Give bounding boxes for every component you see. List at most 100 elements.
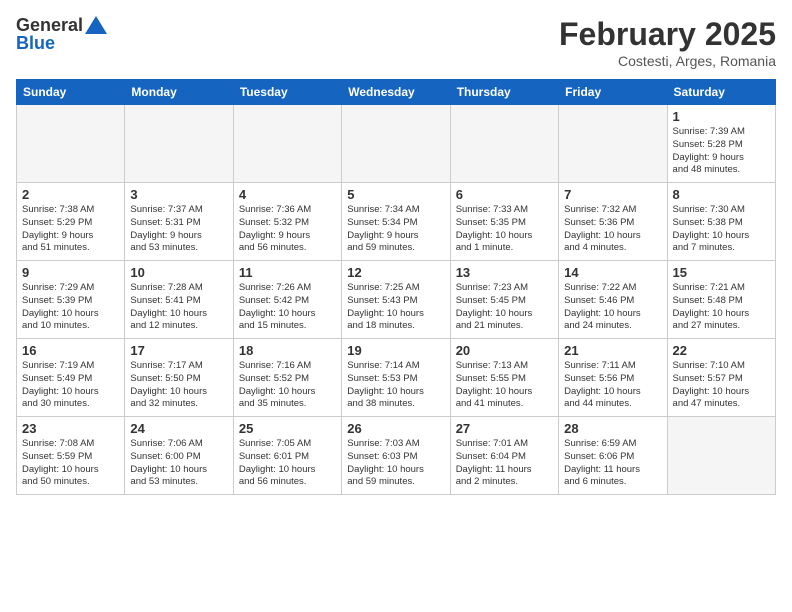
calendar-cell: 23 Sunrise: 7:08 AM Sunset: 5:59 PM Dayli… [17, 417, 125, 495]
day-number: 21 [564, 343, 661, 358]
day-number: 3 [130, 187, 227, 202]
calendar-table: SundayMondayTuesdayWednesdayThursdayFrid… [16, 79, 776, 495]
day-info: Sunrise: 7:10 AM Sunset: 5:57 PM Dayligh… [673, 360, 770, 411]
calendar-cell [342, 105, 450, 183]
logo-blue-text: Blue [16, 34, 55, 54]
calendar-cell [125, 105, 233, 183]
logo: General Blue [16, 16, 107, 54]
month-year-title: February 2025 [559, 16, 776, 53]
day-number: 27 [456, 421, 553, 436]
calendar-cell: 15Sunrise: 7:21 AM Sunset: 5:48 PM Dayli… [667, 261, 775, 339]
calendar-cell: 19Sunrise: 7:14 AM Sunset: 5:53 PM Dayli… [342, 339, 450, 417]
day-info: Sunrise: 7:28 AM Sunset: 5:41 PM Dayligh… [130, 282, 227, 333]
day-number: 16 [22, 343, 119, 358]
day-info: Sunrise: 7:34 AM Sunset: 5:34 PM Dayligh… [347, 204, 444, 255]
calendar-cell: 16 Sunrise: 7:19 AM Sunset: 5:49 PM Dayli… [17, 339, 125, 417]
week-row-4: 16 Sunrise: 7:19 AM Sunset: 5:49 PM Dayli… [17, 339, 776, 417]
calendar-cell: 8Sunrise: 7:30 AM Sunset: 5:38 PM Daylig… [667, 183, 775, 261]
weekday-header-sunday: Sunday [17, 80, 125, 105]
day-number: 10 [130, 265, 227, 280]
week-row-1: 1 Sunrise: 7:39 AM Sunset: 5:28 PM Daylig… [17, 105, 776, 183]
day-number: 14 [564, 265, 661, 280]
calendar-cell: 2 Sunrise: 7:38 AM Sunset: 5:29 PM Daylig… [17, 183, 125, 261]
week-row-3: 9 Sunrise: 7:29 AM Sunset: 5:39 PM Daylig… [17, 261, 776, 339]
calendar-cell [233, 105, 341, 183]
day-number: 13 [456, 265, 553, 280]
weekday-header-thursday: Thursday [450, 80, 558, 105]
day-info: Sunrise: 7:03 AM Sunset: 6:03 PM Dayligh… [347, 438, 444, 489]
day-info: Sunrise: 7:33 AM Sunset: 5:35 PM Dayligh… [456, 204, 553, 255]
day-number: 1 [673, 109, 770, 124]
day-number: 2 [22, 187, 119, 202]
day-info: Sunrise: 7:08 AM Sunset: 5:59 PM Dayligh… [22, 438, 119, 489]
calendar-cell: 12 Sunrise: 7:25 AM Sunset: 5:43 PM Dayli… [342, 261, 450, 339]
weekday-header-saturday: Saturday [667, 80, 775, 105]
day-info: Sunrise: 7:39 AM Sunset: 5:28 PM Dayligh… [673, 126, 770, 177]
calendar-cell: 11 Sunrise: 7:26 AM Sunset: 5:42 PM Dayli… [233, 261, 341, 339]
calendar-cell: 22 Sunrise: 7:10 AM Sunset: 5:57 PM Dayli… [667, 339, 775, 417]
calendar-cell: 28 Sunrise: 6:59 AM Sunset: 6:06 PM Dayli… [559, 417, 667, 495]
day-info: Sunrise: 7:22 AM Sunset: 5:46 PM Dayligh… [564, 282, 661, 333]
day-info: Sunrise: 7:05 AM Sunset: 6:01 PM Dayligh… [239, 438, 336, 489]
day-number: 26 [347, 421, 444, 436]
day-number: 20 [456, 343, 553, 358]
calendar-cell: 7 Sunrise: 7:32 AM Sunset: 5:36 PM Daylig… [559, 183, 667, 261]
calendar-cell: 9 Sunrise: 7:29 AM Sunset: 5:39 PM Daylig… [17, 261, 125, 339]
week-row-2: 2 Sunrise: 7:38 AM Sunset: 5:29 PM Daylig… [17, 183, 776, 261]
day-info: Sunrise: 7:16 AM Sunset: 5:52 PM Dayligh… [239, 360, 336, 411]
calendar-cell: 17 Sunrise: 7:17 AM Sunset: 5:50 PM Dayli… [125, 339, 233, 417]
calendar-cell: 1 Sunrise: 7:39 AM Sunset: 5:28 PM Daylig… [667, 105, 775, 183]
day-info: Sunrise: 7:23 AM Sunset: 5:45 PM Dayligh… [456, 282, 553, 333]
weekday-header-friday: Friday [559, 80, 667, 105]
calendar-cell: 25 Sunrise: 7:05 AM Sunset: 6:01 PM Dayli… [233, 417, 341, 495]
calendar-cell: 4 Sunrise: 7:36 AM Sunset: 5:32 PM Daylig… [233, 183, 341, 261]
day-info: Sunrise: 7:36 AM Sunset: 5:32 PM Dayligh… [239, 204, 336, 255]
day-info: Sunrise: 7:19 AM Sunset: 5:49 PM Dayligh… [22, 360, 119, 411]
calendar-cell: 5 Sunrise: 7:34 AM Sunset: 5:34 PM Daylig… [342, 183, 450, 261]
title-block: February 2025 Costesti, Arges, Romania [559, 16, 776, 69]
location-subtitle: Costesti, Arges, Romania [559, 53, 776, 69]
calendar-cell [17, 105, 125, 183]
day-number: 17 [130, 343, 227, 358]
weekday-header-tuesday: Tuesday [233, 80, 341, 105]
calendar-cell: 24Sunrise: 7:06 AM Sunset: 6:00 PM Dayli… [125, 417, 233, 495]
day-number: 25 [239, 421, 336, 436]
day-info: Sunrise: 7:06 AM Sunset: 6:00 PM Dayligh… [130, 438, 227, 489]
calendar-cell [559, 105, 667, 183]
day-info: Sunrise: 7:01 AM Sunset: 6:04 PM Dayligh… [456, 438, 553, 489]
day-info: Sunrise: 7:17 AM Sunset: 5:50 PM Dayligh… [130, 360, 227, 411]
day-info: Sunrise: 7:26 AM Sunset: 5:42 PM Dayligh… [239, 282, 336, 333]
day-info: Sunrise: 7:25 AM Sunset: 5:43 PM Dayligh… [347, 282, 444, 333]
day-number: 7 [564, 187, 661, 202]
day-number: 6 [456, 187, 553, 202]
day-info: Sunrise: 7:32 AM Sunset: 5:36 PM Dayligh… [564, 204, 661, 255]
weekday-header-row: SundayMondayTuesdayWednesdayThursdayFrid… [17, 80, 776, 105]
calendar-cell: 21Sunrise: 7:11 AM Sunset: 5:56 PM Dayli… [559, 339, 667, 417]
calendar-cell: 14 Sunrise: 7:22 AM Sunset: 5:46 PM Dayli… [559, 261, 667, 339]
day-number: 23 [22, 421, 119, 436]
day-number: 8 [673, 187, 770, 202]
day-number: 12 [347, 265, 444, 280]
day-number: 11 [239, 265, 336, 280]
calendar-cell: 27 Sunrise: 7:01 AM Sunset: 6:04 PM Dayli… [450, 417, 558, 495]
page-header: General Blue February 2025 Costesti, Arg… [16, 16, 776, 69]
week-row-5: 23 Sunrise: 7:08 AM Sunset: 5:59 PM Dayli… [17, 417, 776, 495]
day-info: Sunrise: 7:13 AM Sunset: 5:55 PM Dayligh… [456, 360, 553, 411]
logo-icon [85, 16, 107, 34]
day-info: Sunrise: 7:38 AM Sunset: 5:29 PM Dayligh… [22, 204, 119, 255]
day-info: Sunrise: 6:59 AM Sunset: 6:06 PM Dayligh… [564, 438, 661, 489]
calendar-cell: 3 Sunrise: 7:37 AM Sunset: 5:31 PM Daylig… [125, 183, 233, 261]
day-number: 22 [673, 343, 770, 358]
calendar-cell: 13 Sunrise: 7:23 AM Sunset: 5:45 PM Dayli… [450, 261, 558, 339]
day-info: Sunrise: 7:37 AM Sunset: 5:31 PM Dayligh… [130, 204, 227, 255]
day-info: Sunrise: 7:29 AM Sunset: 5:39 PM Dayligh… [22, 282, 119, 333]
calendar-cell: 20 Sunrise: 7:13 AM Sunset: 5:55 PM Dayli… [450, 339, 558, 417]
calendar-cell [450, 105, 558, 183]
day-number: 28 [564, 421, 661, 436]
calendar-cell: 26 Sunrise: 7:03 AM Sunset: 6:03 PM Dayli… [342, 417, 450, 495]
page-container: General Blue February 2025 Costesti, Arg… [0, 0, 792, 612]
day-number: 4 [239, 187, 336, 202]
day-number: 5 [347, 187, 444, 202]
day-info: Sunrise: 7:21 AM Sunset: 5:48 PM Dayligh… [673, 282, 770, 333]
day-number: 9 [22, 265, 119, 280]
